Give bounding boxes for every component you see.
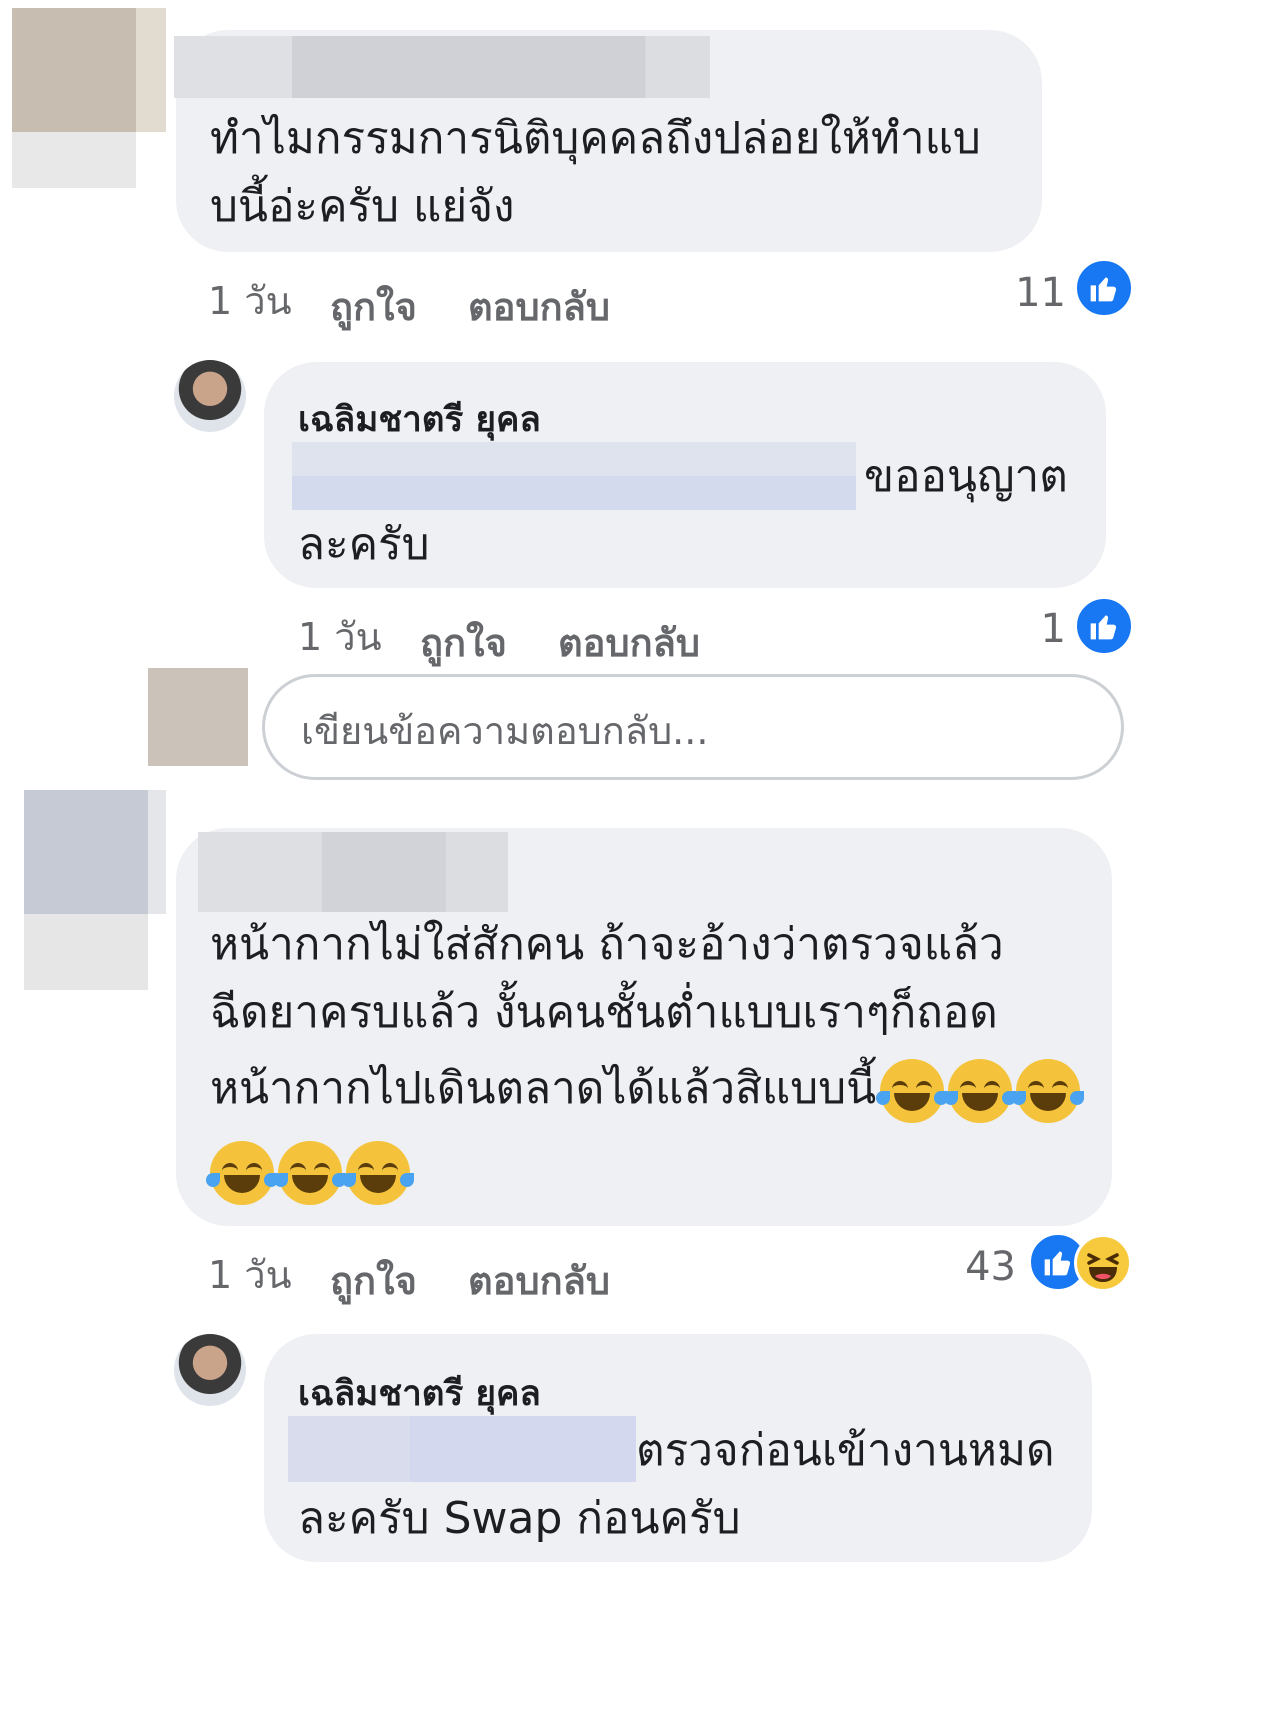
like-icon (1074, 596, 1134, 656)
like-button[interactable]: ถูกใจ (420, 612, 507, 673)
comment-text-line: หน้ากากไปเดินตลาดได้แล้วสิแบบนี้ (210, 1052, 1085, 1126)
comment-text: ละครับ Swap ก่อนครับ (298, 1493, 741, 1544)
author-name-redacted[interactable] (174, 36, 710, 98)
reaction-count[interactable]: 43 (920, 1244, 1016, 1290)
like-button[interactable]: ถูกใจ (330, 276, 417, 337)
haha-icon (1074, 1234, 1132, 1292)
timestamp[interactable]: 1 วัน (298, 606, 382, 667)
comment-text-line: ทำไมกรรมการนิติบุคคลถึงปล่อยให้ทำแบ (210, 113, 981, 164)
reply-box[interactable] (262, 674, 1124, 780)
comment-text: หน้ากากไปเดินตลาดได้แล้วสิแบบนี้ (210, 1063, 877, 1114)
reply-button[interactable]: ตอบกลับ (468, 1250, 610, 1311)
tears-of-joy-emoji-icon (342, 1141, 414, 1205)
comment-text: ละครับ (298, 519, 430, 570)
tears-of-joy-emoji-icon (274, 1141, 346, 1205)
avatar[interactable] (174, 1334, 246, 1406)
comment-text-line: ฉีดยาครบแล้ว งั้นคนชั้นต่ำแบบเราๆก็ถอด (210, 987, 998, 1038)
comment-bubble: เฉลิมชาตรี ยุคล ตรวจก่อนเข้างานหมด ละครั… (264, 1334, 1092, 1562)
tears-of-joy-emoji-icon (206, 1141, 278, 1205)
comment-text-line: บนี้อ่ะครับ แย่จัง (210, 181, 515, 232)
timestamp[interactable]: 1 วัน (208, 270, 292, 331)
comment-text: ขออนุญาต (864, 451, 1068, 502)
mention-redacted[interactable] (292, 442, 856, 510)
reply-input[interactable] (299, 695, 1103, 767)
reaction-count[interactable]: 1 (980, 606, 1066, 652)
comment-text: ตรวจก่อนเข้างานหมด (636, 1425, 1055, 1476)
comment-bubble: ทำไมกรรมการนิติบุคคลถึงปล่อยให้ทำแบ บนี้… (174, 30, 1042, 252)
reply-button[interactable]: ตอบกลับ (468, 276, 610, 337)
avatar[interactable] (24, 790, 166, 990)
comment-bubble: เฉลิมชาตรี ยุคล ขออนุญาต ละครับ (264, 362, 1106, 588)
like-button[interactable]: ถูกใจ (330, 1250, 417, 1311)
comment-text-line (206, 1134, 414, 1208)
avatar (148, 668, 248, 766)
author-name[interactable]: เฉลิมชาตรี ยุคล (298, 1366, 541, 1421)
tears-of-joy-emoji-icon (1012, 1059, 1085, 1123)
mention-redacted[interactable] (288, 1416, 636, 1482)
comment-bubble: หน้ากากไม่ใส่สักคน ถ้าจะอ้างว่าตรวจแล้ว … (176, 828, 1112, 1226)
timestamp[interactable]: 1 วัน (208, 1244, 292, 1305)
author-name[interactable]: เฉลิมชาตรี ยุคล (298, 392, 541, 447)
avatar[interactable] (174, 360, 246, 432)
tears-of-joy-emoji-icon (944, 1059, 1017, 1123)
reaction-count[interactable]: 11 (980, 270, 1066, 316)
tears-of-joy-emoji-icon (876, 1059, 949, 1123)
author-name-redacted[interactable] (198, 832, 508, 912)
reply-button[interactable]: ตอบกลับ (558, 612, 700, 673)
avatar[interactable] (12, 8, 166, 188)
comment-text-line: หน้ากากไม่ใส่สักคน ถ้าจะอ้างว่าตรวจแล้ว (210, 919, 1004, 970)
like-icon (1074, 258, 1134, 318)
